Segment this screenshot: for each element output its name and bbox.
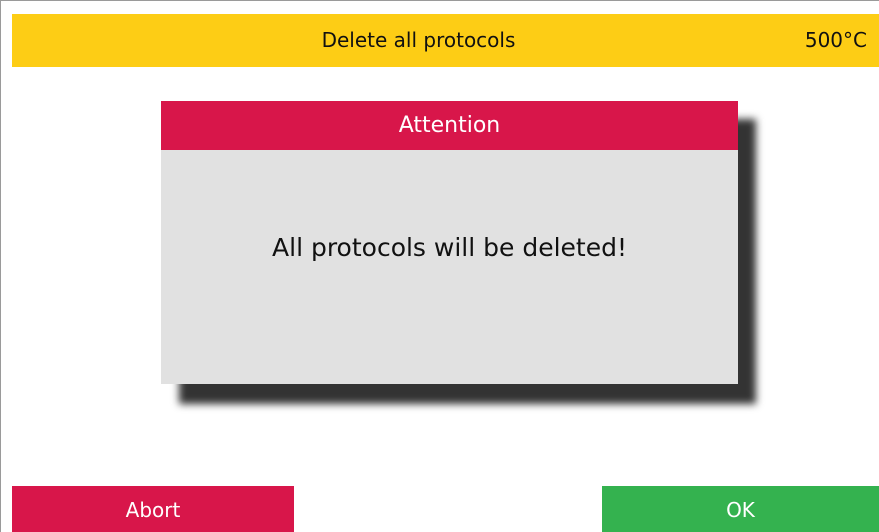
temperature-readout: 500°C — [804, 28, 867, 52]
frame-border-left — [0, 0, 1, 532]
frame-border-top — [0, 0, 879, 1]
header-bar: Delete all protocols 500°C — [12, 14, 879, 67]
dialog-message: All protocols will be deleted! — [272, 233, 627, 262]
ok-button[interactable]: OK — [602, 486, 879, 532]
page-title: Delete all protocols — [321, 28, 516, 52]
attention-dialog: Attention All protocols will be deleted! — [161, 101, 738, 384]
screen: Delete all protocols 500°C Attention All… — [0, 0, 879, 532]
dialog-title: Attention — [161, 101, 738, 150]
abort-button[interactable]: Abort — [12, 486, 294, 532]
